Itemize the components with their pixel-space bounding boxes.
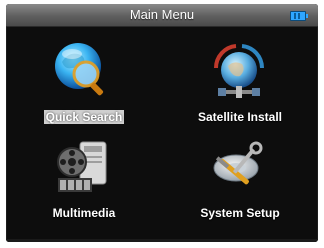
title-bar: Main Menu — [6, 4, 318, 27]
menu-item-label: Multimedia — [52, 206, 116, 220]
menu-item-label: Quick Search — [43, 110, 125, 124]
menu-item-label: System Setup — [200, 206, 280, 220]
menu-item-satellite-install[interactable]: Satellite Install — [162, 34, 318, 138]
satellite-globe-icon — [213, 44, 265, 98]
globe-magnifier-icon — [55, 43, 104, 96]
menu-item-system-setup[interactable]: System Setup — [162, 130, 318, 234]
battery-segment — [294, 13, 296, 19]
menu-item-label: Satellite Install — [197, 110, 283, 124]
menu-item-quick-search[interactable]: Quick Search — [6, 34, 162, 138]
battery-icon — [290, 11, 308, 21]
main-menu: Quick Search Satellite Install Multimedi… — [6, 26, 318, 242]
tools-dish-icon — [213, 141, 263, 185]
film-reel-device-icon — [57, 141, 107, 192]
page-title: Main Menu — [129, 7, 195, 22]
menu-screen: Main Menu Quick Search Satellite Install… — [6, 4, 318, 242]
menu-item-multimedia[interactable]: Multimedia — [6, 130, 162, 234]
bottom-bar — [6, 239, 318, 242]
battery-segment — [298, 13, 300, 19]
